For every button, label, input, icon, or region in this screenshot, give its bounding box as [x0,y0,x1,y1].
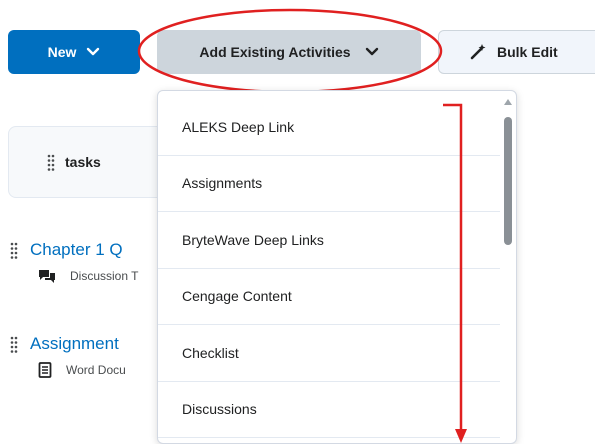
magic-wand-icon [470,44,486,60]
highlight-ellipse-annotation [137,8,443,94]
content-row[interactable]: Assignment Word Docu [10,334,170,378]
bulk-edit-button[interactable]: Bulk Edit [438,30,595,74]
drag-handle-icon[interactable] [10,241,18,259]
new-button[interactable]: New [8,30,140,74]
new-button-label: New [47,44,77,60]
discussion-icon [39,270,55,283]
content-title-link[interactable]: Chapter 1 Q [30,240,123,260]
scrollbar-thumb[interactable] [504,117,512,245]
chevron-down-icon [87,47,100,56]
content-subtitle: Word Docu [66,363,126,377]
drag-handle-icon[interactable] [10,335,18,353]
content-row[interactable]: Chapter 1 Q Discussion T [10,240,170,284]
drag-handle-icon[interactable] [47,153,55,171]
scroll-down-annotation-arrow [443,103,467,443]
menu-scrollbar[interactable] [500,91,516,443]
scroll-up-arrow-icon[interactable] [504,99,512,105]
bulk-edit-label: Bulk Edit [497,44,558,60]
content-title-link[interactable]: Assignment [30,334,119,354]
document-icon [38,362,52,378]
content-subtitle: Discussion T [70,269,139,283]
tasks-module-label: tasks [65,154,101,170]
